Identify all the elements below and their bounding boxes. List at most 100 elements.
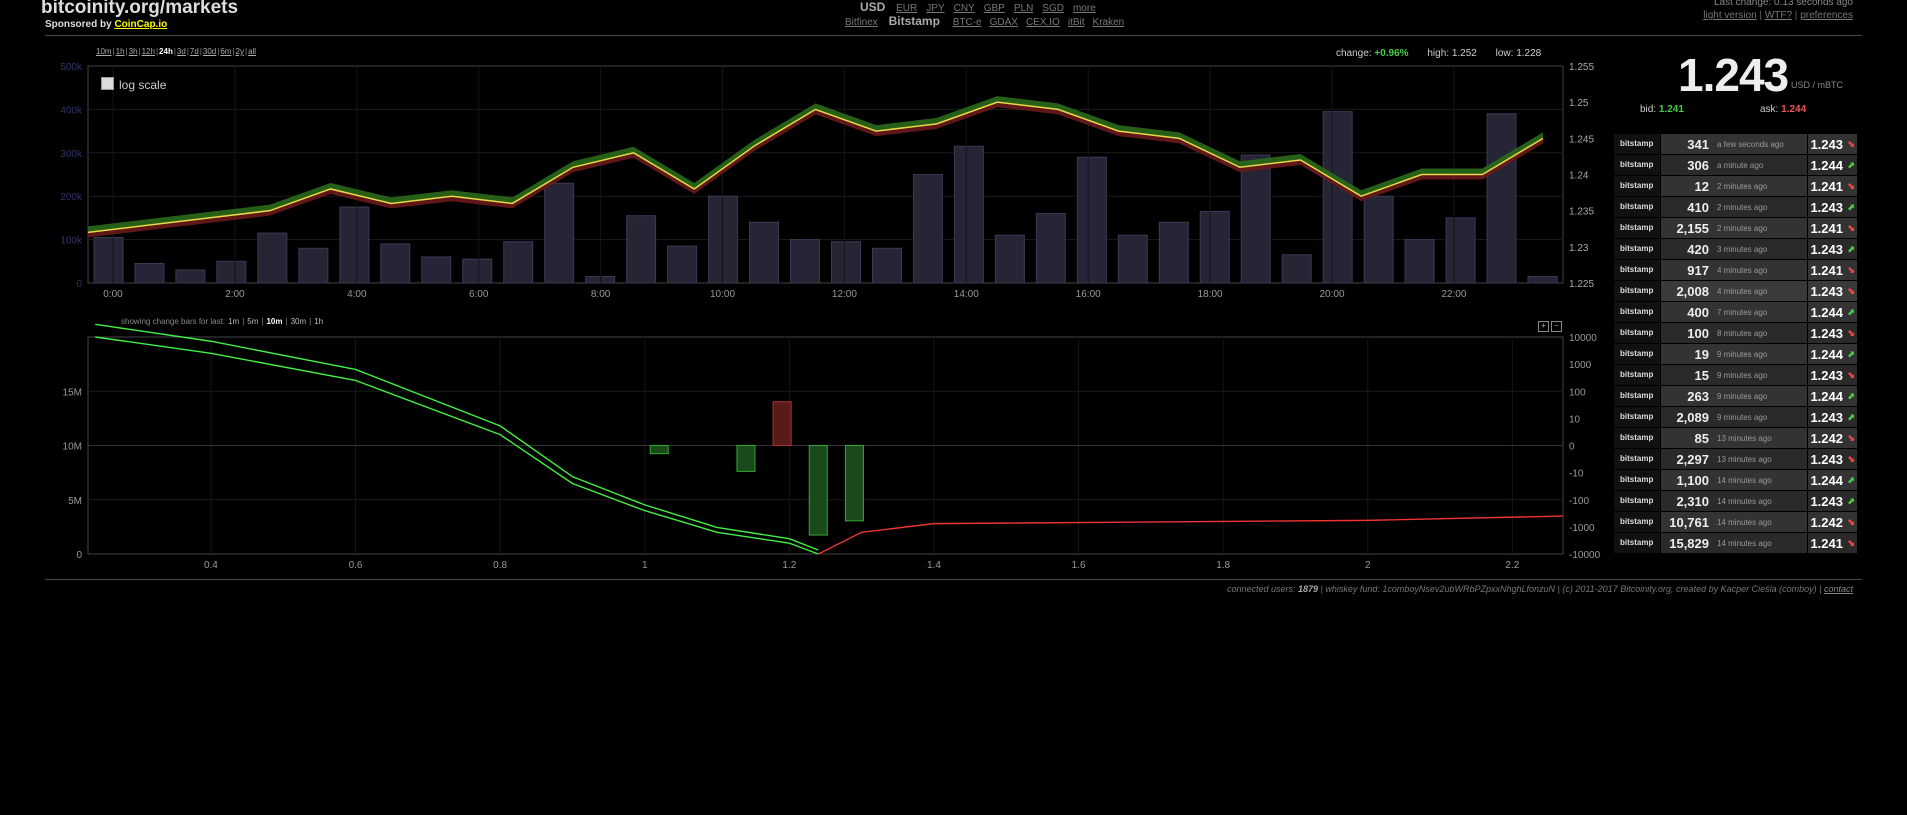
volume-axis-tick: 0	[76, 279, 82, 290]
trade-price: 1.242	[1810, 515, 1843, 530]
trade-exchange: bitstamp	[1614, 407, 1660, 427]
trade-time: 3 minutes ago	[1717, 245, 1768, 254]
change-axis-tick: 100	[1569, 387, 1586, 398]
trade-amount: 410	[1687, 200, 1709, 215]
trade-time: 2 minutes ago	[1717, 203, 1768, 212]
depth-x-tick: 2.2	[1505, 560, 1519, 570]
trade-time: 14 minutes ago	[1717, 518, 1772, 527]
contact-link[interactable]: contact	[1824, 584, 1853, 594]
log-scale-toggle[interactable]: log scale	[101, 77, 166, 92]
zoom-in-button[interactable]: +	[1538, 321, 1549, 332]
volume-bar	[667, 245, 698, 284]
zoom-out-button[interactable]: −	[1551, 321, 1562, 332]
trade-price-cell: 1.243 ⬈	[1808, 407, 1857, 427]
change-bars-1m[interactable]: 1m	[228, 317, 239, 326]
arrow-up-icon: ⬈	[1847, 391, 1855, 401]
change-axis-tick: 1000	[1569, 360, 1592, 371]
log-scale-checkbox[interactable]	[101, 77, 114, 90]
change-bars-10m[interactable]: 10m	[266, 317, 282, 326]
time-axis-tick: 18:00	[1198, 289, 1223, 300]
trade-time: 9 minutes ago	[1717, 350, 1768, 359]
arrow-down-icon: ⬊	[1847, 286, 1855, 296]
trade-time: 9 minutes ago	[1717, 413, 1768, 422]
volume-bar	[1363, 195, 1394, 284]
change-bars-5m[interactable]: 5m	[247, 317, 258, 326]
trade-amount-cell: 263 9 minutes ago	[1661, 386, 1807, 406]
price-axis-tick: 1.23	[1569, 243, 1589, 254]
time-axis-tick: 8:00	[591, 289, 611, 300]
trade-amount: 2,310	[1676, 494, 1709, 509]
volume-bar	[1281, 254, 1312, 284]
arrow-down-icon: ⬊	[1847, 328, 1855, 338]
change-axis-tick: -1000	[1569, 523, 1595, 534]
volume-bar	[1527, 275, 1558, 284]
time-axis-tick: 6:00	[469, 289, 489, 300]
depth-y-tick: 15M	[63, 387, 82, 398]
volume-bar	[1158, 221, 1189, 284]
trade-price-cell: 1.241 ⬊	[1808, 218, 1857, 238]
light-version-link[interactable]: light version	[1703, 10, 1756, 21]
time-axis-tick: 2:00	[225, 289, 245, 300]
trade-amount: 85	[1694, 431, 1709, 446]
depth-x-tick: 0.4	[204, 560, 218, 570]
trade-amount: 15	[1694, 368, 1709, 383]
trade-price: 1.242	[1810, 431, 1843, 446]
trade-amount-cell: 420 3 minutes ago	[1661, 239, 1807, 259]
wtf-link[interactable]: WTF?	[1765, 10, 1792, 21]
trade-time: 9 minutes ago	[1717, 392, 1768, 401]
preferences-link[interactable]: preferences	[1800, 10, 1853, 21]
volume-bar	[298, 247, 329, 284]
time-axis-tick: 12:00	[832, 289, 857, 300]
trade-row: bitstamp 15 9 minutes ago 1.243 ⬊	[1614, 365, 1857, 386]
depth-x-tick: 0.6	[349, 560, 363, 570]
change-axis-tick: -10	[1569, 469, 1584, 480]
trade-price: 1.241	[1810, 221, 1843, 236]
trade-amount-cell: 1,100 14 minutes ago	[1661, 470, 1807, 490]
trade-row: bitstamp 917 4 minutes ago 1.241 ⬊	[1614, 260, 1857, 281]
depth-x-tick: 1.4	[927, 560, 941, 570]
bid-label: bid:	[1640, 104, 1657, 115]
zoom-buttons: + −	[1536, 315, 1562, 333]
trade-price-cell: 1.243 ⬈	[1808, 239, 1857, 259]
trade-exchange: bitstamp	[1614, 470, 1660, 490]
change-axis-tick: 10	[1569, 414, 1581, 425]
change-bars-30m[interactable]: 30m	[291, 317, 307, 326]
footer-users-label: connected users:	[1226, 584, 1299, 594]
trade-price: 1.244	[1810, 305, 1843, 320]
trade-price: 1.243	[1810, 368, 1843, 383]
trade-amount: 400	[1687, 305, 1709, 320]
trade-row: bitstamp 85 13 minutes ago 1.242 ⬊	[1614, 428, 1857, 449]
depth-y-tick: 10M	[63, 442, 82, 453]
change-axis-tick: 0	[1569, 442, 1575, 453]
trade-amount: 2,008	[1676, 284, 1709, 299]
depth-x-tick: 2	[1365, 560, 1371, 570]
trade-amount-cell: 2,089 9 minutes ago	[1661, 407, 1807, 427]
trade-amount-cell: 410 2 minutes ago	[1661, 197, 1807, 217]
trade-amount-cell: 19 9 minutes ago	[1661, 344, 1807, 364]
trade-row: bitstamp 306 a minute ago 1.244 ⬈	[1614, 155, 1857, 176]
trade-price-cell: 1.243 ⬊	[1808, 134, 1857, 154]
volume-bar	[93, 236, 124, 284]
trade-amount: 15,829	[1669, 536, 1709, 551]
volume-bar	[1322, 111, 1353, 284]
trade-exchange: bitstamp	[1614, 239, 1660, 259]
change-bar	[736, 445, 756, 472]
volume-bar	[1240, 154, 1271, 284]
volume-bar	[339, 206, 370, 284]
trade-row: bitstamp 15,829 14 minutes ago 1.241 ⬊	[1614, 533, 1857, 554]
arrow-up-icon: ⬈	[1847, 202, 1855, 212]
trade-price: 1.243	[1810, 452, 1843, 467]
change-bar	[649, 445, 669, 455]
change-bar	[808, 445, 828, 536]
trade-amount: 19	[1694, 347, 1709, 362]
depth-y-tick: 5M	[68, 496, 82, 507]
trade-exchange: bitstamp	[1614, 134, 1660, 154]
price-axis-tick: 1.245	[1569, 134, 1594, 145]
volume-bar	[175, 269, 206, 284]
trade-price: 1.243	[1810, 137, 1843, 152]
trade-amount: 917	[1687, 263, 1709, 278]
volume-bar	[831, 241, 861, 284]
volume-bar	[544, 182, 575, 284]
volume-axis-tick: 200k	[60, 192, 83, 203]
change-bars-1h[interactable]: 1h	[314, 317, 323, 326]
